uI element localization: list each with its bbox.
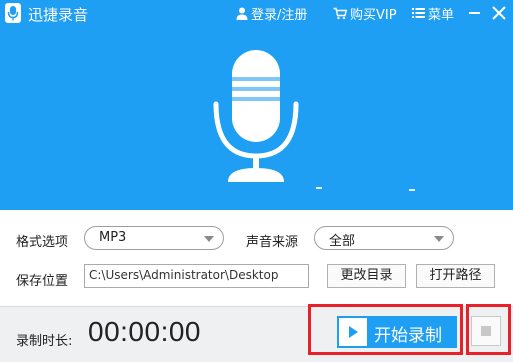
app-logo-icon: [5, 3, 21, 23]
buy-vip-link[interactable]: 购买VIP: [333, 4, 397, 23]
app-title: 迅捷录音: [28, 6, 89, 24]
menu-lines-icon: [412, 8, 425, 18]
level-marker: [409, 189, 415, 191]
source-select[interactable]: 全部: [314, 226, 454, 250]
save-location-label: 保存位置: [16, 274, 69, 289]
recording-timer: 00:00:00: [88, 316, 201, 347]
level-marker: [316, 187, 322, 189]
title-bar: 迅捷录音 登录/注册 购买VIP 菜单: [0, 0, 513, 26]
menu-label: 菜单: [428, 7, 455, 23]
format-label: 格式选项: [16, 235, 69, 250]
format-select[interactable]: MP3: [84, 226, 224, 250]
chevron-down-icon: [434, 236, 444, 242]
menu-button[interactable]: 菜单: [412, 4, 455, 23]
settings-panel: [0, 210, 513, 306]
close-icon[interactable]: [490, 4, 508, 22]
stop-icon: [481, 326, 491, 336]
source-label: 声音来源: [246, 235, 299, 250]
duration-label: 录制时长:: [16, 334, 73, 349]
format-value: MP3: [99, 230, 127, 245]
microphone-icon: [213, 50, 299, 182]
save-path-field[interactable]: C:\Users\Administrator\Desktop: [84, 264, 309, 288]
source-value: 全部: [329, 234, 356, 249]
start-recording-button[interactable]: 开始录制: [337, 316, 457, 348]
login-link[interactable]: 登录/注册: [236, 4, 308, 23]
chevron-down-icon: [204, 236, 214, 242]
login-label: 登录/注册: [251, 7, 308, 23]
minimize-icon[interactable]: [469, 12, 480, 14]
change-directory-button[interactable]: 更改目录: [327, 264, 406, 288]
user-icon: [236, 7, 248, 20]
vip-label: 购买VIP: [350, 7, 397, 23]
start-recording-label: 开始录制: [374, 326, 442, 346]
cart-icon: [333, 7, 347, 19]
open-path-button[interactable]: 打开路径: [416, 264, 495, 288]
play-icon: [339, 318, 367, 346]
stop-recording-button[interactable]: [471, 316, 501, 346]
